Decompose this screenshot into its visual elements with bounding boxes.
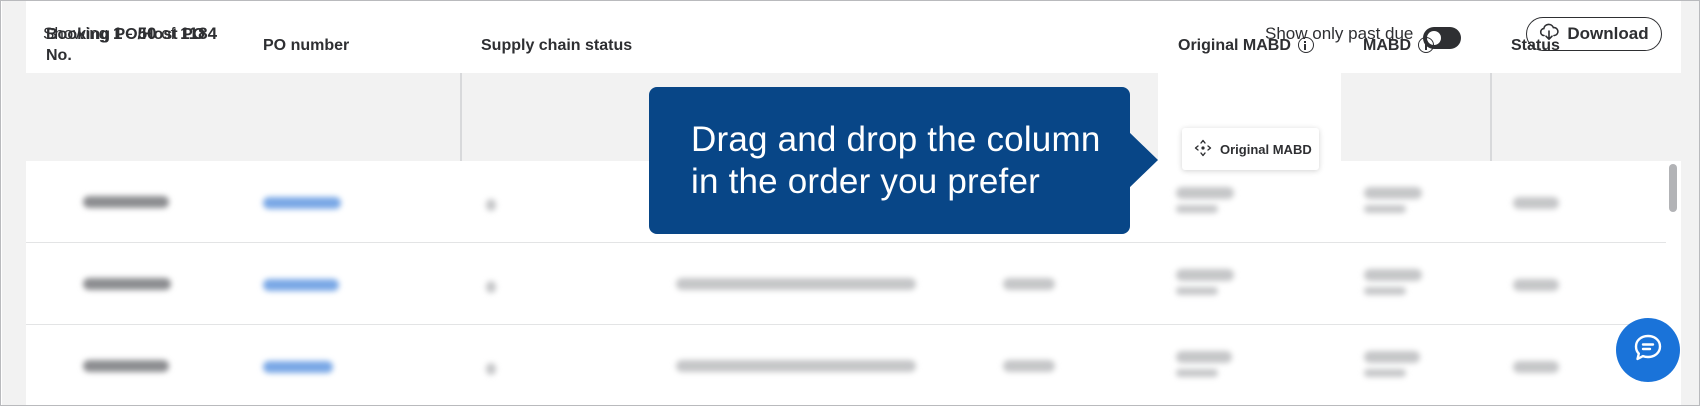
blurred-link[interactable] (263, 197, 341, 209)
blurred-cell (1364, 205, 1406, 213)
blurred-cell (1513, 279, 1559, 291)
col-header-label: Original MABD (1178, 36, 1291, 54)
drag-chip-label: Original MABD (1220, 141, 1312, 157)
table-row[interactable] (26, 243, 1666, 325)
blurred-cell (1176, 287, 1218, 295)
col-header-po-number[interactable]: PO number (263, 1, 423, 89)
blurred-cell (676, 360, 916, 372)
info-icon[interactable] (1297, 37, 1314, 53)
chat-button[interactable] (1616, 318, 1680, 382)
col-header-label: Supply chain status (481, 36, 633, 54)
blurred-cell (1364, 351, 1420, 363)
tooltip-line-1: Drag and drop the column (691, 120, 1101, 159)
col-header-label: MABD (1363, 36, 1411, 54)
blurred-cell (1176, 369, 1218, 377)
col-header-label: Booking PO/Host PO No. (46, 26, 206, 64)
left-gutter (2, 1, 26, 405)
right-gutter (1681, 1, 1699, 405)
drag-column-chip[interactable]: Original MABD (1182, 128, 1319, 170)
blurred-link[interactable] (263, 361, 333, 373)
blurred-cell (486, 363, 496, 375)
info-icon[interactable] (1418, 37, 1434, 53)
blurred-cell (83, 196, 169, 208)
col-header-booking-po[interactable]: Booking PO/Host PO No. (46, 1, 216, 89)
col-header-mabd[interactable]: MABD (1363, 1, 1483, 89)
blurred-cell (1176, 269, 1234, 281)
col-header-supply-chain-status[interactable]: Supply chain status (481, 1, 651, 89)
table-row[interactable] (26, 325, 1666, 405)
page-frame: Showing 1 - 50 of 1184 Show only past du… (0, 0, 1700, 406)
blurred-cell (83, 360, 169, 372)
blurred-cell (1003, 278, 1055, 290)
chat-icon (1631, 331, 1665, 370)
col-header-label: Status (1511, 36, 1560, 54)
blurred-cell (1513, 197, 1559, 209)
blurred-cell (1176, 351, 1232, 363)
blurred-link[interactable] (263, 279, 339, 291)
blurred-cell (1176, 205, 1218, 213)
blurred-cell (486, 281, 496, 293)
blurred-cell (1176, 187, 1234, 199)
tooltip-line-2: in the order you prefer (691, 162, 1040, 201)
col-header-original-mabd[interactable]: Original MABD (1178, 1, 1328, 89)
col-header-label: PO number (263, 36, 350, 54)
blurred-cell (83, 278, 171, 290)
blurred-cell (1003, 360, 1055, 372)
vertical-scrollbar-thumb[interactable] (1669, 164, 1677, 212)
blurred-cell (1364, 369, 1406, 377)
onboarding-tooltip: Drag and drop the column in the order yo… (649, 87, 1158, 234)
drag-move-icon (1194, 139, 1212, 160)
blurred-cell (486, 199, 496, 211)
tooltip-arrow (1128, 131, 1158, 189)
blurred-cell (676, 278, 916, 290)
col-header-status[interactable]: Status (1511, 1, 1631, 89)
blurred-cell (1513, 361, 1559, 373)
blurred-cell (1364, 269, 1422, 281)
blurred-cell (1364, 287, 1406, 295)
blurred-cell (1364, 187, 1422, 199)
